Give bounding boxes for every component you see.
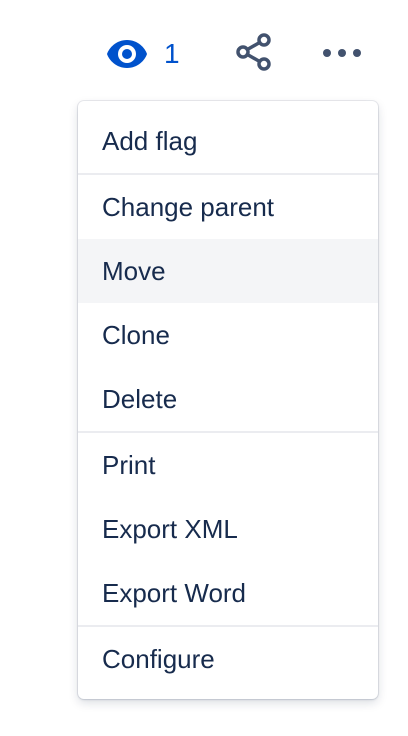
menu-item-change-parent[interactable]: Change parent — [78, 175, 378, 239]
menu-group-export: Print Export XML Export Word — [78, 433, 378, 625]
share-button[interactable] — [234, 32, 274, 76]
watch-button[interactable]: 1 — [106, 30, 180, 78]
eye-icon — [106, 38, 148, 70]
more-horizontal-icon — [322, 45, 362, 63]
more-actions-button[interactable] — [320, 34, 364, 74]
menu-item-add-flag[interactable]: Add flag — [78, 109, 378, 173]
menu-item-export-xml[interactable]: Export XML — [78, 497, 378, 561]
menu-item-configure[interactable]: Configure — [78, 627, 378, 691]
menu-item-move[interactable]: Move — [78, 239, 378, 303]
menu-item-delete[interactable]: Delete — [78, 367, 378, 431]
menu-item-export-word[interactable]: Export Word — [78, 561, 378, 625]
more-actions-menu: Add flag Change parent Move Clone Delete… — [78, 101, 378, 699]
watch-count: 1 — [164, 38, 180, 69]
menu-group-edit: Change parent Move Clone Delete — [78, 175, 378, 431]
menu-group-configure: Configure — [78, 627, 378, 691]
menu-item-print[interactable]: Print — [78, 433, 378, 497]
menu-group-flag: Add flag — [78, 109, 378, 173]
menu-item-clone[interactable]: Clone — [78, 303, 378, 367]
share-icon — [235, 32, 273, 76]
issue-toolbar: 1 — [100, 30, 400, 78]
